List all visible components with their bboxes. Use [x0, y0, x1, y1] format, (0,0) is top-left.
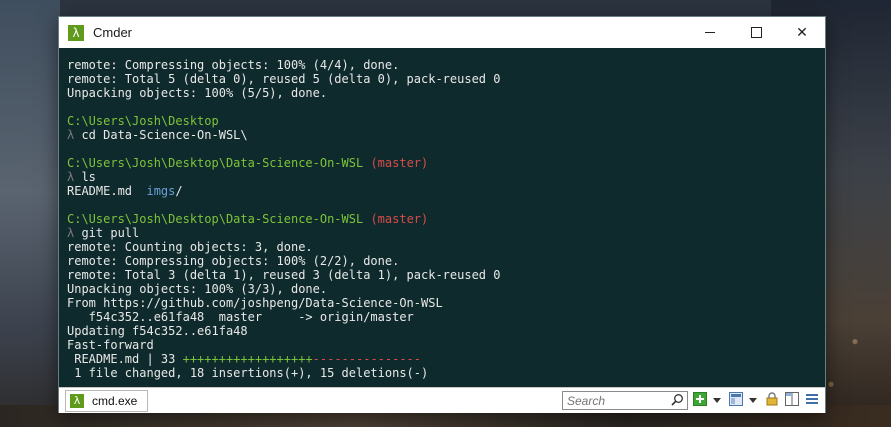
cmder-window: λ Cmder ✕ remote: Compressing objects: 1… — [58, 16, 826, 413]
console-text-segment: Unpacking objects: 100% (5/5), done. — [67, 86, 328, 100]
console-line: λ ls — [67, 170, 825, 184]
prompt-path: C:\Users\Josh\Desktop\Data-Science-On-WS… — [67, 212, 364, 226]
lambda-icon: λ — [70, 394, 84, 408]
console-text-segment: README.md — [67, 184, 147, 198]
console-line: Fast-forward — [67, 338, 825, 352]
console-text-segment: From https://github.com/joshpeng/Data-Sc… — [67, 296, 443, 310]
hamburger-menu-icon[interactable] — [805, 392, 819, 406]
console-text-segment: Unpacking objects: 100% (3/3), done. — [67, 282, 328, 296]
console-text-segment: remote: Total 5 (delta 0), reused 5 (del… — [67, 72, 501, 86]
console-line: λ cd Data-Science-On-WSL\ — [67, 128, 825, 142]
console-text-segment: remote: Total 3 (delta 1), reused 3 (del… — [67, 268, 501, 282]
maximize-icon — [750, 27, 762, 38]
console-line: Unpacking objects: 100% (3/3), done. — [67, 282, 825, 296]
console-line: remote: Counting objects: 3, done. — [67, 240, 825, 254]
prompt-lambda: λ — [67, 226, 82, 240]
console-text-segment: remote: Compressing objects: 100% (2/2),… — [67, 254, 400, 268]
prompt-lambda: λ — [67, 170, 82, 184]
console-line: C:\Users\Josh\Desktop — [67, 114, 825, 128]
console-line: remote: Total 5 (delta 0), reused 5 (del… — [67, 72, 825, 86]
title-bar[interactable]: λ Cmder ✕ — [59, 17, 825, 48]
console-line: README.md | 33 ++++++++++++++++++-------… — [67, 352, 825, 366]
console-text-segment: Updating f54c352..e61fa48 — [67, 324, 248, 338]
maximize-button[interactable] — [733, 17, 779, 48]
search-input[interactable] — [567, 393, 667, 408]
plus-icon[interactable] — [693, 392, 707, 406]
prompt-path: C:\Users\Josh\Desktop — [67, 114, 219, 128]
chevron-down-icon[interactable] — [749, 398, 757, 403]
console-line: Unpacking objects: 100% (5/5), done. — [67, 86, 825, 100]
console-text-segment: Fast-forward — [67, 338, 154, 352]
console-line: Updating f54c352..e61fa48 — [67, 324, 825, 338]
console-line: remote: Compressing objects: 100% (4/4),… — [67, 58, 825, 72]
split-view-icon[interactable] — [785, 392, 799, 406]
console-output[interactable]: remote: Compressing objects: 100% (4/4),… — [59, 48, 825, 387]
console-line: f54c352..e61fa48 master -> origin/master — [67, 310, 825, 324]
window-title: Cmder — [93, 25, 133, 40]
chevron-down-icon[interactable] — [713, 398, 721, 403]
console-line: C:\Users\Josh\Desktop\Data-Science-On-WS… — [67, 156, 825, 170]
console-text-segment: git pull — [81, 226, 140, 240]
lambda-icon[interactable]: λ — [68, 24, 84, 41]
minimize-button[interactable] — [687, 17, 733, 48]
console-text-segment: cd Data-Science-On-WSL\ — [81, 128, 248, 142]
prompt-path: C:\Users\Josh\Desktop\Data-Science-On-WS… — [67, 156, 364, 170]
console-text-segment: remote: Counting objects: 3, done. — [67, 240, 313, 254]
minimize-icon — [705, 32, 715, 33]
console-line: remote: Compressing objects: 100% (2/2),… — [67, 254, 825, 268]
window-layout-icon[interactable] — [729, 392, 743, 406]
git-branch: (master) — [363, 212, 429, 226]
desktop-background-left — [0, 0, 60, 427]
console-line: remote: Total 3 (delta 1), reused 3 (del… — [67, 268, 825, 282]
tab-cmd-exe[interactable]: λ cmd.exe — [65, 390, 149, 412]
console-text-segment: 1 file changed, 18 insertions(+), 15 del… — [67, 366, 429, 380]
console-text-segment: ls — [81, 170, 96, 184]
window-controls: ✕ — [687, 17, 825, 48]
search-icon[interactable] — [670, 393, 684, 407]
git-branch: (master) — [363, 156, 429, 170]
console-text[interactable]: remote: Compressing objects: 100% (4/4),… — [59, 48, 825, 380]
prompt-lambda: λ — [67, 128, 82, 142]
console-text-segment: ++++++++++++++++++ — [182, 352, 313, 366]
console-line: λ git pull — [67, 226, 825, 240]
console-text-segment: --------------- — [312, 352, 422, 366]
console-line: README.md imgs/ — [67, 184, 825, 198]
console-line: From https://github.com/joshpeng/Data-Sc… — [67, 296, 825, 310]
search-box[interactable] — [562, 391, 688, 410]
status-bar: λ cmd.exe — [59, 387, 825, 413]
console-line: C:\Users\Josh\Desktop\Data-Science-On-WS… — [67, 212, 825, 226]
close-button[interactable]: ✕ — [779, 17, 825, 48]
tab-label: cmd.exe — [92, 394, 138, 408]
console-text-segment: README.md | 33 — [67, 352, 183, 366]
console-text-segment: imgs — [146, 184, 176, 198]
close-icon: ✕ — [796, 24, 808, 41]
console-text-segment: / — [175, 184, 183, 198]
lock-icon[interactable] — [765, 392, 779, 406]
console-text-segment: f54c352..e61fa48 master -> origin/master — [67, 310, 414, 324]
console-text-segment: remote: Compressing objects: 100% (4/4),… — [67, 58, 400, 72]
console-line: 1 file changed, 18 insertions(+), 15 del… — [67, 366, 825, 380]
